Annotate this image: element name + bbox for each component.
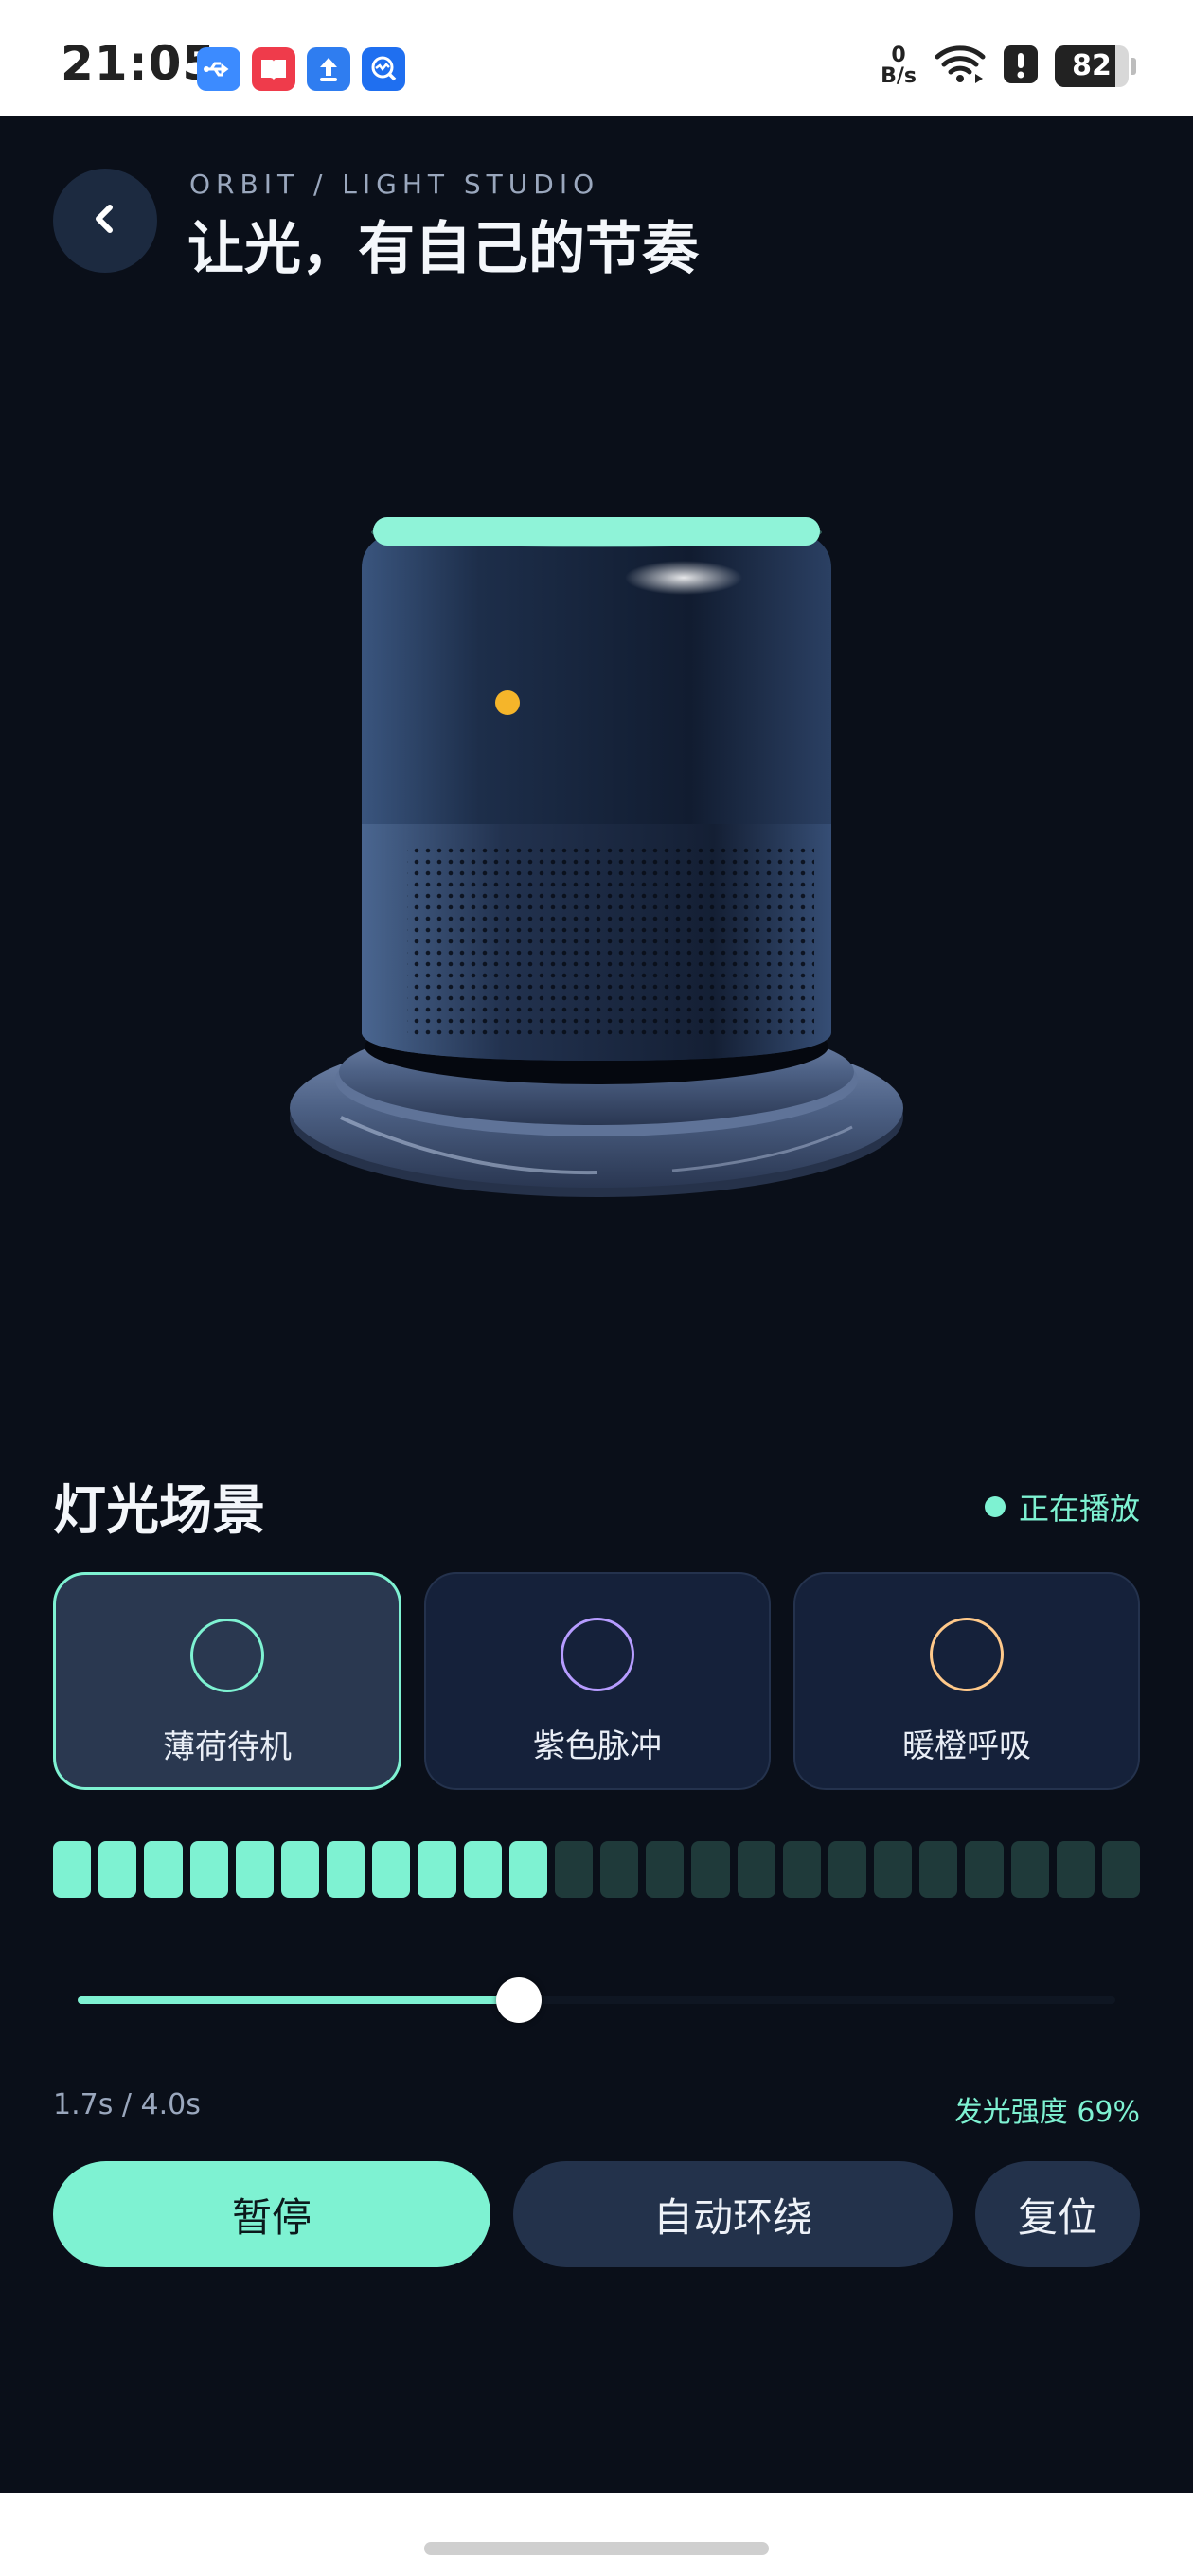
- level-segment: [144, 1841, 183, 1898]
- wifi-icon: [934, 44, 987, 89]
- level-segment: [691, 1841, 730, 1898]
- back-button[interactable]: [53, 169, 157, 273]
- scene-label: 紫色脉冲: [533, 1727, 662, 1765]
- reset-button[interactable]: 复位: [975, 2161, 1140, 2267]
- status-time: 21:05: [61, 36, 217, 91]
- intensity-readout: 发光强度 69%: [953, 2096, 1140, 2129]
- level-segment: [1056, 1841, 1095, 1898]
- level-segment: [965, 1841, 1004, 1898]
- level-meter: [53, 1841, 1141, 1898]
- level-segment: [418, 1841, 456, 1898]
- level-segment: [53, 1841, 92, 1898]
- scene-card-orange[interactable]: 暖橙呼吸: [793, 1572, 1140, 1790]
- scene-ring-icon: [561, 1618, 634, 1691]
- scene-list: 薄荷待机 紫色脉冲 暖橙呼吸: [53, 1572, 1140, 1790]
- level-segment: [646, 1841, 685, 1898]
- level-segment: [554, 1841, 594, 1898]
- usb-icon: [197, 47, 240, 91]
- level-segment: [280, 1841, 320, 1898]
- level-segment: [737, 1841, 775, 1898]
- level-segment: [235, 1841, 274, 1898]
- level-segment: [1101, 1841, 1141, 1898]
- pause-button[interactable]: 暂停: [53, 2161, 490, 2267]
- playing-dot-icon: [984, 1496, 1006, 1517]
- level-segment: [98, 1841, 137, 1898]
- chevron-left-icon: [86, 200, 124, 242]
- level-segment: [1010, 1841, 1049, 1898]
- playing-label: 正在播放: [1018, 1491, 1140, 1527]
- network-speed: 0 B/s: [881, 44, 917, 88]
- level-segment: [600, 1841, 639, 1898]
- status-bar: 21:05 0 B/s 82: [0, 0, 1193, 116]
- scene-card-purple[interactable]: 紫色脉冲: [424, 1572, 771, 1790]
- progress-slider[interactable]: [78, 1977, 1115, 2023]
- playing-status: 正在播放: [984, 1485, 1140, 1529]
- monitor-app-icon: [362, 47, 405, 91]
- book-app-icon: [252, 47, 295, 91]
- slider-thumb[interactable]: [495, 1977, 542, 2023]
- scene-ring-icon: [190, 1619, 264, 1692]
- level-segment: [372, 1841, 411, 1898]
- level-segment: [782, 1841, 821, 1898]
- scene-ring-icon: [930, 1618, 1004, 1691]
- level-segment: [874, 1841, 913, 1898]
- scene-label: 薄荷待机: [163, 1728, 292, 1766]
- battery-icon: 82: [1055, 45, 1136, 87]
- alert-icon: [1004, 44, 1038, 89]
- page-title: 让光，有自己的节奏: [187, 216, 699, 282]
- level-segment: [919, 1841, 958, 1898]
- level-segment: [189, 1841, 228, 1898]
- level-segment: [327, 1841, 365, 1898]
- page-subtitle: ORBIT / LIGHT STUDIO: [189, 169, 600, 200]
- scene-label: 暖橙呼吸: [902, 1727, 1031, 1765]
- upload-app-icon: [307, 47, 350, 91]
- slider-fill: [78, 1996, 519, 2004]
- home-indicator[interactable]: [424, 2542, 769, 2555]
- time-readout: 1.7s / 4.0s: [53, 2088, 201, 2121]
- level-segment: [463, 1841, 502, 1898]
- system-nav-bar: [0, 2493, 1193, 2576]
- auto-orbit-button[interactable]: 自动环绕: [513, 2161, 953, 2267]
- scenes-title: 灯光场景: [53, 1480, 265, 1542]
- speaker-illustration: [275, 492, 918, 1212]
- level-segment: [508, 1841, 547, 1898]
- scene-card-mint[interactable]: 薄荷待机: [53, 1572, 401, 1790]
- level-segment: [828, 1841, 867, 1898]
